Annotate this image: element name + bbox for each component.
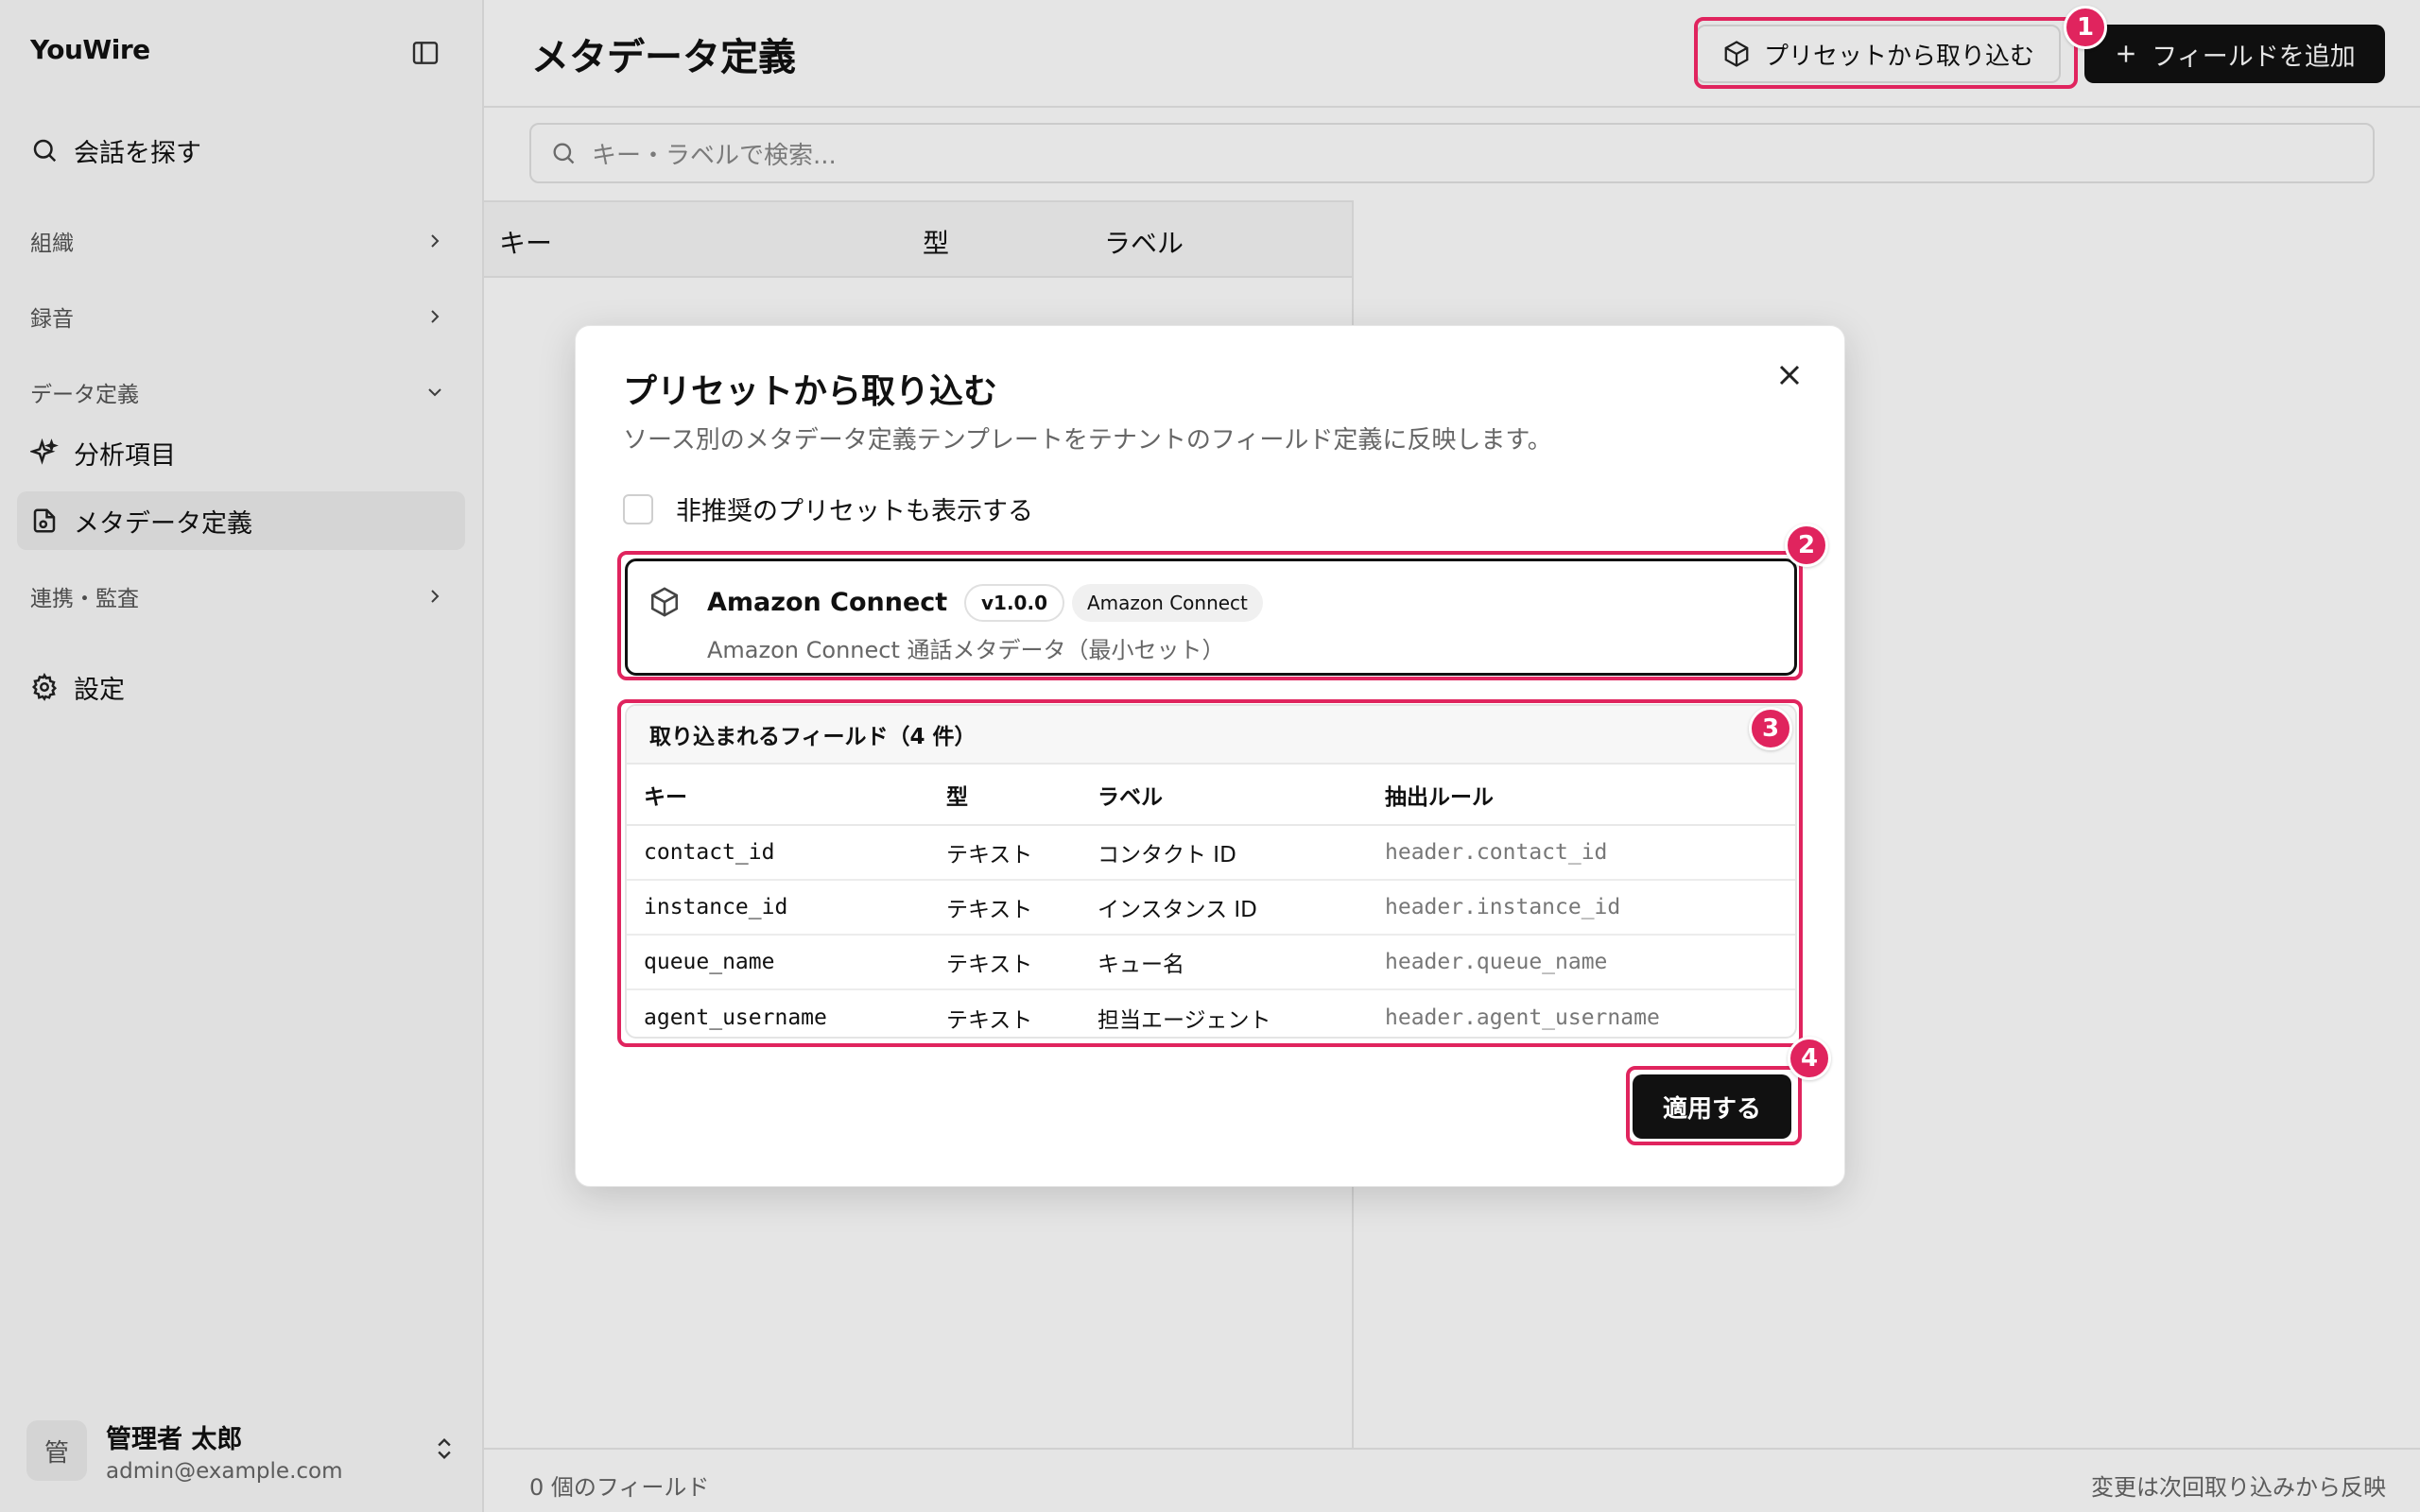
version-badge: v1.0.0 (964, 584, 1064, 622)
annotation-badge-3: 3 (1749, 707, 1792, 750)
field-type: テキスト (929, 880, 1080, 936)
table-header-row: キー 型 ラベル 抽出ルール (627, 765, 1795, 826)
column-type: 型 (929, 765, 1080, 826)
apply-button[interactable]: 適用する (1633, 1074, 1791, 1139)
checkbox-label: 非推奨のプリセットも表示する (676, 497, 1033, 526)
field-key: agent_username (644, 1005, 827, 1030)
field-type: テキスト (929, 935, 1080, 990)
field-type: テキスト (946, 1007, 1033, 1033)
field-rule: header.queue_name (1368, 935, 1795, 990)
show-deprecated-checkbox-row[interactable]: 非推奨のプリセットも表示する (623, 490, 1033, 527)
field-rule: header.agent_username (1385, 1005, 1660, 1030)
annotation-badge-4: 4 (1788, 1037, 1831, 1080)
table-row: contact_id テキスト コンタクト ID header.contact_… (627, 825, 1795, 881)
preset-option-amazon-connect[interactable]: Amazon Connect v1.0.0 Amazon Connect Ama… (625, 558, 1797, 676)
field-type: テキスト (929, 825, 1080, 881)
fields-table: キー 型 ラベル 抽出ルール contact_id テキスト コンタクト ID … (627, 765, 1795, 1037)
field-label: 担当エージェント (1098, 1007, 1271, 1033)
imported-fields-table: 取り込まれるフィールド（4 件） キー 型 ラベル 抽出ルール contact_… (625, 704, 1797, 1039)
import-preset-dialog: プリセットから取り込む ソース別のメタデータ定義テンプレートをテナントのフィール… (575, 325, 1845, 1187)
column-key: キー (627, 765, 929, 826)
annotation-badge-1: 1 (2064, 6, 2107, 49)
table-row: agent_username テキスト 担当エージェント header.agen… (627, 989, 1795, 1037)
table-row: instance_id テキスト インスタンス ID header.instan… (627, 880, 1795, 936)
field-rule: header.contact_id (1368, 825, 1795, 881)
annotation-badge-2: 2 (1785, 524, 1828, 567)
preset-name: Amazon Connect (707, 588, 948, 617)
preset-description: Amazon Connect 通話メタデータ（最小セット） (707, 637, 1225, 663)
show-deprecated-checkbox[interactable] (623, 493, 653, 524)
imported-fields-title: 取り込まれるフィールド（4 件） (627, 706, 1795, 765)
dialog-description: ソース別のメタデータ定義テンプレートをテナントのフィールド定義に反映します。 (623, 426, 1552, 455)
field-key: instance_id (627, 880, 929, 936)
field-label: キュー名 (1080, 935, 1368, 990)
table-row: queue_name テキスト キュー名 header.queue_name (627, 935, 1795, 990)
field-key: queue_name (627, 935, 929, 990)
field-rule: header.instance_id (1368, 880, 1795, 936)
source-badge: Amazon Connect (1072, 584, 1263, 622)
field-label: コンタクト ID (1080, 825, 1368, 881)
field-label: インスタンス ID (1080, 880, 1368, 936)
field-key: contact_id (627, 825, 929, 881)
close-icon[interactable] (1772, 358, 1806, 392)
dialog-title: プリセットから取り込む (623, 372, 998, 411)
column-label: ラベル (1080, 765, 1368, 826)
column-rule: 抽出ルール (1368, 765, 1795, 826)
package-icon (650, 587, 679, 617)
